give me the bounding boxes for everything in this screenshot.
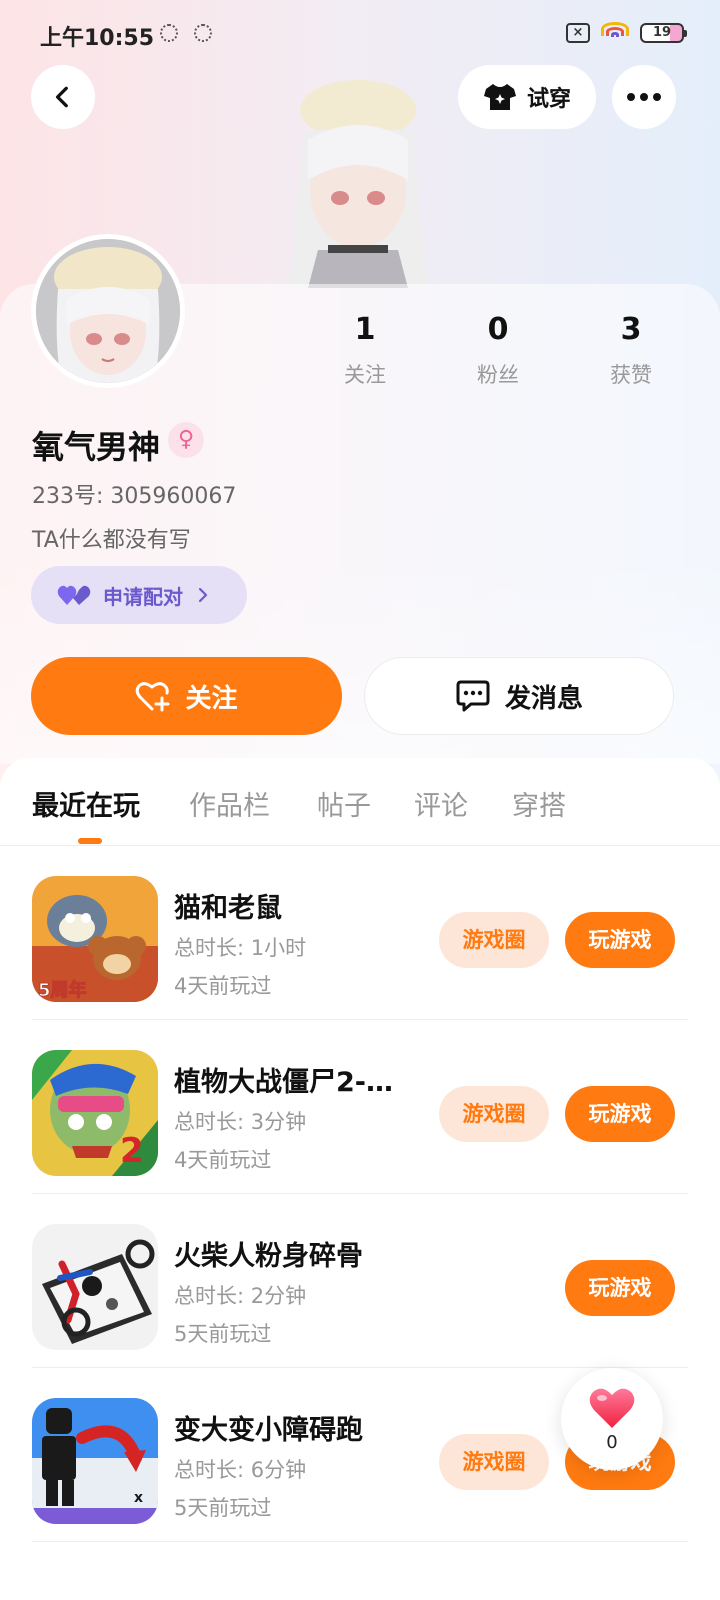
avatar-3d-figure <box>258 70 458 288</box>
double-heart-icon <box>57 585 91 605</box>
game-name: 火柴人粉身碎骨 <box>174 1241 363 1272</box>
send-message-button[interactable]: 发消息 <box>364 657 674 735</box>
divider <box>32 1541 688 1542</box>
avatar[interactable] <box>31 234 185 388</box>
game-last-played: 5天前玩过 <box>174 1322 272 1346</box>
tab-posts[interactable]: 帖子 <box>317 784 371 823</box>
try-on-button[interactable]: 试穿 <box>458 65 596 129</box>
status-time: 上午10:55 <box>40 26 155 51</box>
heart-plus-icon <box>136 682 170 712</box>
battery-indicator: 19 <box>640 23 687 43</box>
back-button[interactable] <box>31 65 95 129</box>
obstacle-run-icon[interactable]: x <box>32 1398 158 1524</box>
tab-outfits[interactable]: 穿搭 <box>512 784 566 823</box>
stickman-icon[interactable] <box>32 1224 158 1350</box>
svg-text:x: x <box>134 1490 143 1506</box>
tab-works[interactable]: 作品栏 <box>189 784 270 823</box>
status-icons: × 19 <box>566 22 687 44</box>
game-name: 变大变小障碍跑 <box>174 1415 363 1446</box>
pair-label: 申请配对 <box>103 584 183 609</box>
play-game-button[interactable]: 玩游戏 <box>565 1260 675 1316</box>
tshirt-icon <box>483 84 516 110</box>
no-sim-icon: × <box>566 23 590 43</box>
more-dots-icon <box>627 93 661 101</box>
status-bar: 上午10:55 × 19 <box>0 0 720 70</box>
list-item[interactable]: 5周年 猫和老鼠 总时长: 1小时 4天前玩过 游戏圈 玩游戏 <box>0 846 720 1020</box>
list-item[interactable]: 火柴人粉身碎骨 总时长: 2分钟 5天前玩过 玩游戏 <box>0 1194 720 1368</box>
stat-value: 3 <box>620 312 642 347</box>
list-item[interactable]: 2 植物大战僵尸2-… 总时长: 3分钟 4天前玩过 游戏圈 玩游戏 <box>0 1020 720 1194</box>
tom-and-jerry-icon[interactable]: 5周年 <box>32 876 158 1002</box>
stat-label: 粉丝 <box>477 363 519 387</box>
game-duration: 总时长: 2分钟 <box>174 1284 307 1308</box>
heart-icon <box>589 1388 635 1428</box>
request-pair-button[interactable]: 申请配对 <box>31 566 247 624</box>
chat-bubble-icon <box>456 680 490 712</box>
female-gender-icon: ♀ <box>168 422 204 458</box>
stat-label: 关注 <box>344 363 386 387</box>
tab-bar: 最近在玩 作品栏 帖子 评论 穿搭 <box>0 758 720 846</box>
user-id: 233号: 305960067 <box>32 484 237 509</box>
nickname: 氧气男神 <box>32 428 161 466</box>
pvz-icon[interactable]: 2 <box>32 1050 158 1176</box>
stat-likes[interactable]: 3 获赞 <box>581 312 681 389</box>
game-name: 植物大战僵尸2-… <box>174 1067 393 1098</box>
follow-button[interactable]: 关注 <box>31 657 342 735</box>
play-game-button[interactable]: 玩游戏 <box>565 1086 675 1142</box>
tab-recently-played[interactable]: 最近在玩 <box>32 784 140 823</box>
wifi-icon <box>600 22 630 44</box>
svg-text:2: 2 <box>120 1131 144 1171</box>
game-last-played: 5天前玩过 <box>174 1496 272 1520</box>
chevron-right-icon <box>198 587 208 603</box>
like-count: 0 <box>606 1431 618 1453</box>
game-circle-button[interactable]: 游戏圈 <box>439 912 549 968</box>
game-circle-button[interactable]: 游戏圈 <box>439 1434 549 1490</box>
game-name: 猫和老鼠 <box>174 893 282 924</box>
stat-label: 获赞 <box>610 363 652 387</box>
svg-text:5周年: 5周年 <box>38 979 87 1001</box>
play-game-button[interactable]: 玩游戏 <box>565 912 675 968</box>
bio: TA什么都没有写 <box>32 528 191 553</box>
stat-value: 1 <box>354 312 376 347</box>
game-duration: 总时长: 3分钟 <box>174 1110 307 1134</box>
notification-icon <box>160 24 178 42</box>
game-duration: 总时长: 6分钟 <box>174 1458 307 1482</box>
notification-icon <box>194 24 212 42</box>
like-button[interactable]: 0 <box>561 1368 663 1470</box>
follow-label: 关注 <box>185 683 238 714</box>
game-duration: 总时长: 1小时 <box>174 936 307 960</box>
content-sheet: 最近在玩 作品栏 帖子 评论 穿搭 5周年 猫和老鼠 总时长: 1小时 4天前玩… <box>0 758 720 1600</box>
tab-comments[interactable]: 评论 <box>414 784 468 823</box>
stat-value: 0 <box>487 312 509 347</box>
message-label: 发消息 <box>504 683 583 714</box>
tab-indicator <box>78 838 102 844</box>
profile-stats: 1 关注 0 粉丝 3 获赞 <box>298 312 698 392</box>
game-last-played: 4天前玩过 <box>174 1148 272 1172</box>
stat-followers[interactable]: 0 粉丝 <box>448 312 548 389</box>
game-last-played: 4天前玩过 <box>174 974 272 998</box>
more-button[interactable] <box>612 65 676 129</box>
game-circle-button[interactable]: 游戏圈 <box>439 1086 549 1142</box>
chevron-left-icon <box>55 86 68 108</box>
stat-following[interactable]: 1 关注 <box>315 312 415 389</box>
try-on-label: 试穿 <box>526 87 571 112</box>
